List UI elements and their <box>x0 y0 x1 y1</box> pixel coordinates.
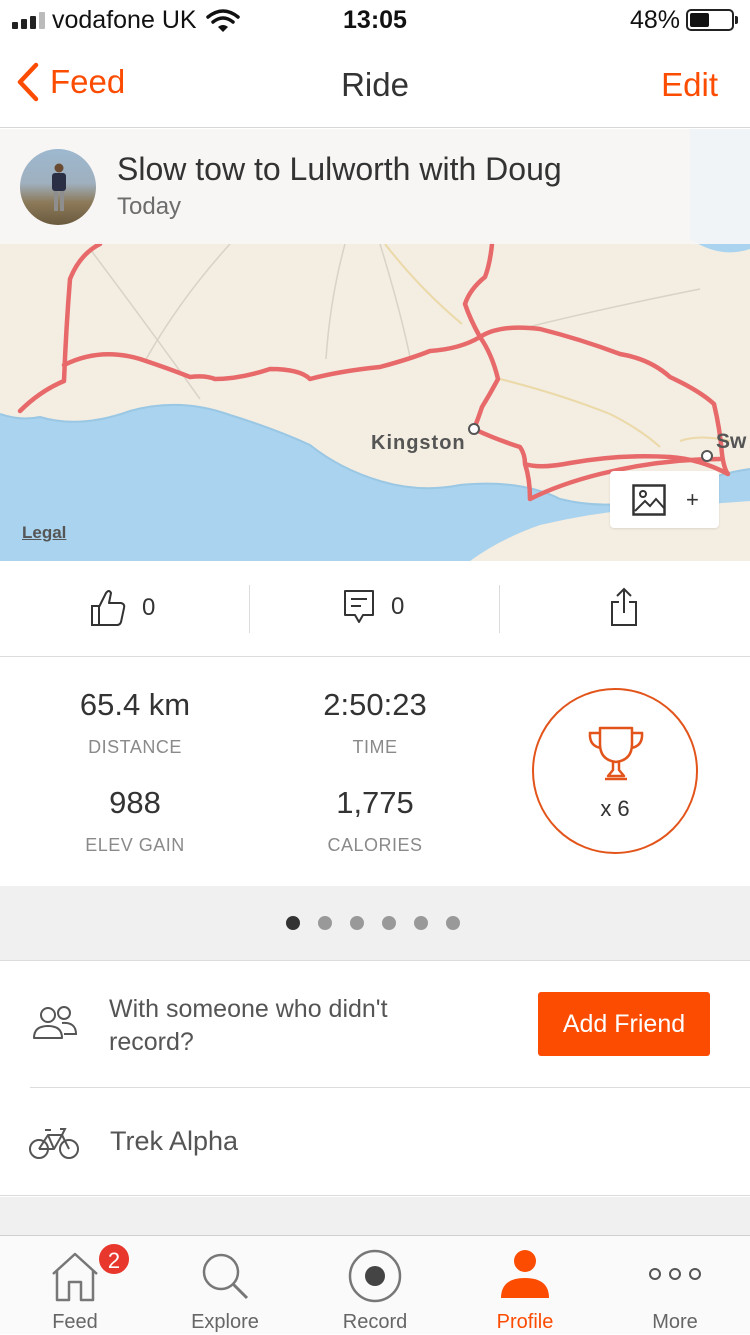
divider <box>249 585 250 633</box>
comments-count: 0 <box>391 593 405 620</box>
battery-icon <box>686 9 738 31</box>
stat-calories: 1,775 CALORIES <box>255 785 495 856</box>
map-label-sw: Sw <box>716 430 747 453</box>
nav-bar: Feed Ride Edit <box>0 40 750 128</box>
tab-feed[interactable]: 2 Feed <box>0 1236 150 1335</box>
tab-label: More <box>652 1311 698 1333</box>
search-icon <box>202 1253 249 1300</box>
tab-label: Record <box>342 1311 408 1333</box>
status-bar: vodafone UK 13:05 48% <box>0 0 750 40</box>
record-icon <box>348 1249 402 1303</box>
page-dot[interactable] <box>286 916 300 930</box>
share-icon <box>611 587 637 626</box>
time-value: 2:50:23 <box>323 687 427 722</box>
activity-title: Slow tow to Lulworth with Doug <box>117 151 562 187</box>
with-friend-text: With someone who didn't record? <box>109 995 388 1056</box>
stat-elev-gain: 988 ELEV GAIN <box>15 785 255 856</box>
share-button[interactable] <box>610 587 638 627</box>
gear-row[interactable]: Trek Alpha <box>0 1088 750 1196</box>
divider <box>499 585 500 633</box>
stat-distance: 65.4 km DISTANCE <box>15 687 255 758</box>
calories-label: CALORIES <box>327 835 423 855</box>
tab-more[interactable]: More <box>600 1236 750 1335</box>
tab-label: Feed <box>52 1311 98 1333</box>
tab-label: Explore <box>191 1311 259 1333</box>
distance-value: 65.4 km <box>79 687 191 722</box>
social-bar: 0 0 <box>0 561 750 657</box>
achievements-count: x 6 <box>600 796 630 821</box>
page-title: Ride <box>341 66 409 103</box>
time-label: TIME <box>352 737 398 757</box>
with-friend-row: With someone who didn't record? Add Frie… <box>0 961 750 1088</box>
more-icon <box>649 1268 701 1280</box>
photo-icon <box>632 483 666 516</box>
battery-percent: 48% <box>630 6 681 34</box>
kudos-button[interactable]: 0 <box>90 589 155 627</box>
add-photo-button[interactable]: + <box>610 471 719 528</box>
page-dot[interactable] <box>382 916 396 930</box>
gear-name: Trek Alpha <box>110 1126 239 1156</box>
tab-bar: 2 Feed Explore Record Profile More <box>0 1235 750 1334</box>
page-dot[interactable] <box>446 916 460 930</box>
page-dot[interactable] <box>414 916 428 930</box>
people-icon <box>33 1006 78 1039</box>
plus-icon: + <box>686 486 699 512</box>
legal-link[interactable]: Legal <box>22 523 66 543</box>
trophy-icon <box>588 726 644 781</box>
comment-icon <box>344 590 374 623</box>
achievements-button[interactable]: x 6 <box>532 688 698 854</box>
edit-button[interactable]: Edit <box>661 66 718 104</box>
thumbs-up-icon <box>91 590 126 626</box>
tab-label: Profile <box>496 1311 554 1333</box>
profile-icon <box>501 1250 549 1298</box>
activity-stats: 65.4 km DISTANCE 2:50:23 TIME 988 ELEV G… <box>0 657 750 886</box>
kudos-count: 0 <box>142 594 156 621</box>
elev-gain-value: 988 <box>109 785 161 820</box>
route-map[interactable]: Slow tow to Lulworth with Doug Today Kin… <box>0 129 750 561</box>
tab-profile[interactable]: Profile <box>450 1236 600 1335</box>
map-label-kingston: Kingston <box>371 432 466 454</box>
avatar[interactable] <box>20 149 96 225</box>
add-friend-button[interactable]: Add Friend <box>538 992 710 1056</box>
home-icon <box>52 1252 98 1302</box>
page-indicator[interactable] <box>0 886 750 961</box>
calories-value: 1,775 <box>336 785 414 820</box>
page-dot[interactable] <box>350 916 364 930</box>
stat-time: 2:50:23 TIME <box>255 687 495 758</box>
distance-label: DISTANCE <box>88 737 182 757</box>
tab-record[interactable]: Record <box>300 1236 450 1335</box>
bike-icon <box>29 1128 79 1159</box>
section-spacer <box>0 1197 750 1235</box>
comment-button[interactable]: 0 <box>343 589 404 625</box>
elev-gain-label: ELEV GAIN <box>85 835 185 855</box>
page-dot[interactable] <box>318 916 332 930</box>
tab-explore[interactable]: Explore <box>150 1236 300 1335</box>
activity-header: Slow tow to Lulworth with Doug Today <box>0 129 750 244</box>
activity-date: Today <box>117 193 182 220</box>
notification-badge: 2 <box>97 1242 131 1276</box>
